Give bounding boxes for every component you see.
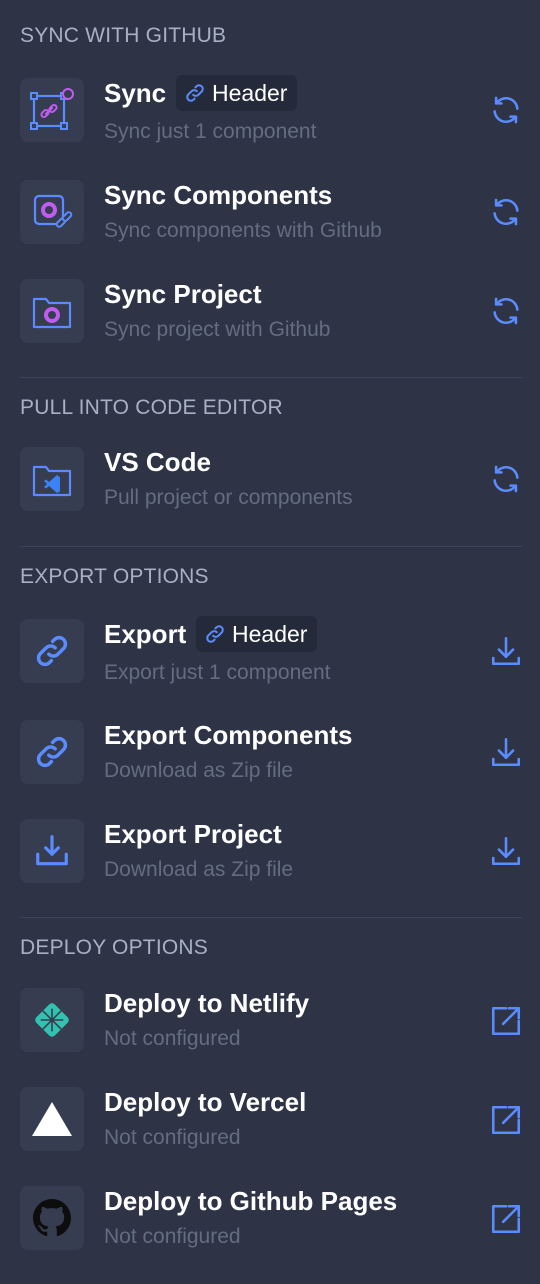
link-icon: [186, 84, 204, 102]
download-icon[interactable]: [486, 831, 526, 871]
export-project-title: Export Project: [104, 819, 282, 849]
component-chip[interactable]: Header: [196, 616, 318, 652]
vscode-item[interactable]: VS Code Pull project or components: [0, 435, 540, 525]
export-components-subtitle: Download as Zip file: [104, 759, 294, 782]
sync-project-item[interactable]: Sync Project Sync project with Github: [0, 267, 540, 357]
sync-project-subtitle: Sync project with Github: [104, 318, 331, 341]
netlify-title: Deploy to Netlify: [104, 988, 310, 1018]
sync-project-title: Sync Project: [104, 279, 262, 309]
section-title-pull: PULL INTO CODE EDITOR: [20, 396, 283, 419]
section-title-deploy: DEPLOY OPTIONS: [20, 936, 208, 959]
component-link-github-icon: [20, 78, 84, 142]
export-project-subtitle: Download as Zip file: [104, 858, 294, 881]
link-icon: [20, 720, 84, 784]
github-folder-icon: [20, 279, 84, 343]
divider: [20, 917, 522, 918]
download-tray-icon: [20, 819, 84, 883]
link-icon: [20, 619, 84, 683]
section-title-export: EXPORT OPTIONS: [20, 565, 209, 588]
export-item[interactable]: Export Header Export just 1 component: [0, 607, 540, 697]
sync-components-item[interactable]: Sync Components Sync components with Git…: [0, 168, 540, 258]
component-chip[interactable]: Header: [176, 75, 298, 111]
vercel-title: Deploy to Vercel: [104, 1087, 307, 1117]
sync-subtitle: Sync just 1 component: [104, 120, 317, 143]
vercel-icon: [20, 1087, 84, 1151]
vscode-title: VS Code: [104, 447, 211, 477]
divider: [20, 377, 522, 378]
external-link-icon[interactable]: [486, 1001, 526, 1041]
netlify-subtitle: Not configured: [104, 1027, 241, 1050]
export-components-title: Export Components: [104, 720, 353, 750]
vercel-subtitle: Not configured: [104, 1126, 241, 1149]
github-pages-subtitle: Not configured: [104, 1225, 241, 1248]
vscode-subtitle: Pull project or components: [104, 486, 353, 509]
download-icon[interactable]: [486, 732, 526, 772]
sync-components-subtitle: Sync components with Github: [104, 219, 382, 242]
sync-icon[interactable]: [486, 291, 526, 331]
chip-label: Header: [212, 79, 288, 106]
sync-title: Sync: [104, 78, 167, 108]
chip-label: Header: [232, 620, 308, 647]
sync-icon[interactable]: [486, 192, 526, 232]
download-icon[interactable]: [486, 631, 526, 671]
sync-icon[interactable]: [486, 90, 526, 130]
sync-components-title: Sync Components: [104, 180, 333, 210]
export-subtitle: Export just 1 component: [104, 661, 331, 684]
vscode-folder-icon: [20, 447, 84, 511]
github-pages-title: Deploy to Github Pages: [104, 1186, 398, 1216]
link-icon: [206, 625, 224, 643]
export-project-item[interactable]: Export Project Download as Zip file: [0, 807, 540, 897]
deploy-netlify-item[interactable]: Deploy to Netlify Not configured: [0, 976, 540, 1066]
github-components-icon: [20, 180, 84, 244]
external-link-icon[interactable]: [486, 1100, 526, 1140]
deploy-github-pages-item[interactable]: Deploy to Github Pages Not configured: [0, 1174, 540, 1264]
export-components-item[interactable]: Export Components Download as Zip file: [0, 708, 540, 798]
sync-item[interactable]: Sync Header Sync just 1 component: [0, 66, 540, 156]
section-title-sync: SYNC WITH GITHUB: [20, 24, 227, 47]
export-title: Export: [104, 619, 187, 649]
divider: [20, 546, 522, 547]
deploy-vercel-item[interactable]: Deploy to Vercel Not configured: [0, 1075, 540, 1165]
external-link-icon[interactable]: [486, 1199, 526, 1239]
github-icon: [20, 1186, 84, 1250]
netlify-icon: [20, 988, 84, 1052]
sync-icon[interactable]: [486, 459, 526, 499]
export-sync-panel: SYNC WITH GITHUB Sync Header Sync just 1…: [0, 0, 540, 1284]
